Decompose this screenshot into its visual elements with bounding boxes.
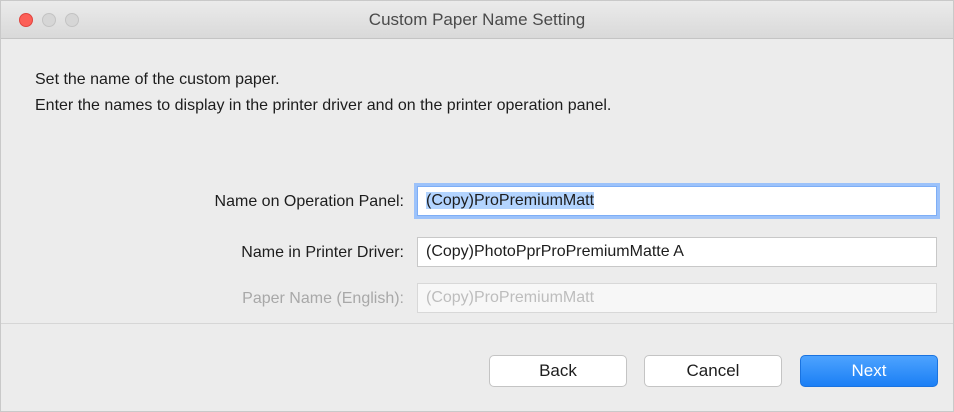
title-bar: Custom Paper Name Setting — [1, 1, 953, 39]
operation-panel-name-label: Name on Operation Panel: — [214, 193, 404, 210]
operation-panel-name-input[interactable]: (Copy)ProPremiumMatt — [417, 186, 937, 216]
paper-name-english-input: (Copy)ProPremiumMatt — [417, 283, 937, 313]
cancel-button[interactable]: Cancel — [644, 355, 782, 387]
instruction-line-1: Set the name of the custom paper. — [35, 71, 280, 88]
window-title: Custom Paper Name Setting — [368, 10, 586, 29]
paper-name-english-label: Paper Name (English): — [242, 290, 404, 307]
instruction-line-2: Enter the names to display in the printe… — [35, 97, 612, 114]
footer-divider — [1, 323, 953, 324]
next-button[interactable]: Next — [800, 355, 938, 387]
dialog-window: Custom Paper Name Setting Set the name o… — [0, 0, 954, 412]
back-button[interactable]: Back — [489, 355, 627, 387]
operation-panel-name-value: (Copy)ProPremiumMatt — [426, 192, 595, 209]
printer-driver-name-value: (Copy)PhotoPprProPremiumMatte A — [426, 243, 684, 260]
printer-driver-name-label: Name in Printer Driver: — [241, 244, 404, 261]
printer-driver-name-input[interactable]: (Copy)PhotoPprProPremiumMatte A — [417, 237, 937, 267]
paper-name-english-value: (Copy)ProPremiumMatt — [426, 289, 595, 306]
